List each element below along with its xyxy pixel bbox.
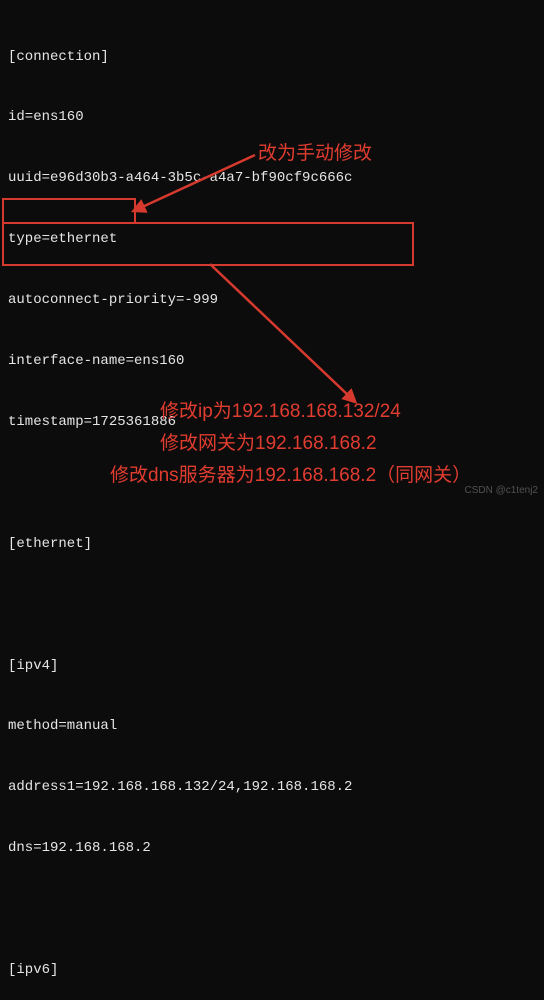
annotation-text: 修改网关为192.168.168.2 [160, 430, 377, 458]
cfg-line [8, 595, 536, 615]
watermark-text: CSDN @c1tenj2 [464, 484, 538, 499]
cfg-line [8, 899, 536, 919]
cfg-line: interface-name=ens160 [8, 351, 536, 371]
annotation-text: 改为手动修改 [258, 140, 372, 168]
cfg-line: [ipv6] [8, 960, 536, 980]
annotation-text: 修改dns服务器为192.168.168.2（同网关） [110, 462, 471, 490]
cfg-line: uuid=e96d30b3-a464-3b5c-a4a7-bf90cf9c666… [8, 168, 536, 188]
cfg-line: method=manual [8, 716, 536, 736]
cfg-line: autoconnect-priority=-999 [8, 290, 536, 310]
cfg-line: [ipv4] [8, 656, 536, 676]
cfg-line: address1=192.168.168.132/24,192.168.168.… [8, 777, 536, 797]
cfg-line: [connection] [8, 47, 536, 67]
cfg-line: type=ethernet [8, 229, 536, 249]
cfg-line: id=ens160 [8, 107, 536, 127]
cfg-line: dns=192.168.168.2 [8, 838, 536, 858]
cfg-line: [ethernet] [8, 534, 536, 554]
annotation-text: 修改ip为192.168.168.132/24 [160, 398, 401, 426]
